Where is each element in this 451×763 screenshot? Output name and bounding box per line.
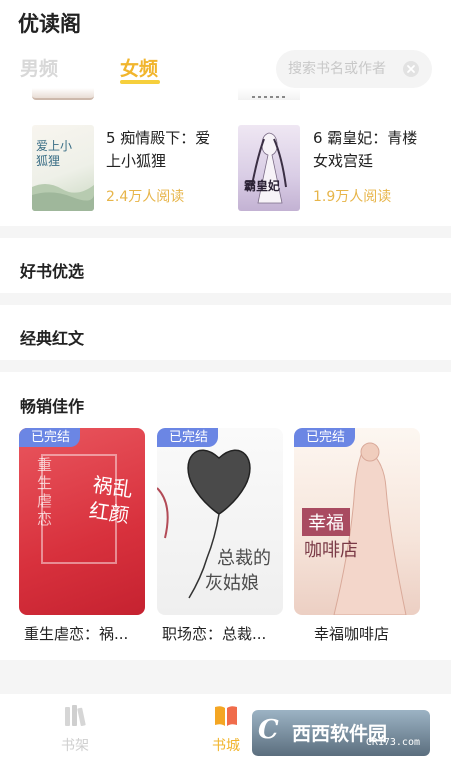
watermark-symbol: C xyxy=(258,715,279,745)
book-title[interactable]: 6 霸皇妃：青楼女戏宫廷 xyxy=(313,127,431,173)
cover-title: 灰姑娘 xyxy=(205,573,259,594)
book-title[interactable]: 5 痴情殿下：爱上小狐狸 xyxy=(106,127,224,173)
close-icon[interactable] xyxy=(402,60,420,78)
cover-title: 爱上小狐狸 xyxy=(36,139,73,168)
status-badge: 已完结 xyxy=(19,428,81,447)
watermark-url: CR173.com xyxy=(365,737,420,748)
cover-title: 总裁的 xyxy=(217,548,271,569)
book-cover[interactable] xyxy=(32,88,94,100)
book-cover[interactable]: 爱上小狐狸 xyxy=(32,125,94,211)
scrolled-book-covers xyxy=(0,88,451,100)
watermark-logo: C 西西软件园 CR173.com xyxy=(252,710,430,756)
cover-title: 霸皇妃 xyxy=(244,179,281,193)
content-end-divider xyxy=(0,660,451,694)
section-title-classic-hits[interactable]: 经典红文 xyxy=(20,325,84,349)
search-input[interactable] xyxy=(288,59,398,79)
status-badge: 已完结 xyxy=(294,428,356,447)
nav-item-bookstore[interactable]: 书城 xyxy=(196,704,256,755)
cover-title: 咖啡店 xyxy=(304,540,358,561)
book-cover[interactable] xyxy=(238,88,300,100)
cover-title: 祸乱红颜 xyxy=(87,472,135,528)
section-divider xyxy=(0,293,451,305)
cover-title: 重生虐恋 xyxy=(37,456,53,528)
tab-female[interactable]: 女频 xyxy=(120,54,158,81)
app-title: 优读阁 xyxy=(18,12,81,36)
read-count: 1.9万人阅读 xyxy=(313,189,392,205)
active-tab-indicator xyxy=(120,80,160,84)
cover-art xyxy=(251,132,287,204)
read-count: 2.4万人阅读 xyxy=(106,189,185,205)
book-cover[interactable]: 总裁的 灰姑娘 已完结 xyxy=(157,428,283,615)
bookshelf-icon xyxy=(65,705,86,727)
section-divider xyxy=(0,360,451,372)
book-title[interactable]: 重生虐恋：祸... xyxy=(24,623,128,644)
tab-male[interactable]: 男频 xyxy=(20,54,58,81)
book-cover[interactable]: 霸皇妃 xyxy=(238,125,300,211)
open-book-icon xyxy=(215,706,237,726)
book-title[interactable]: 职场恋：总裁... xyxy=(162,623,266,644)
bestseller-shelf: 重生虐恋 祸乱红颜 已完结 重生虐恋：祸... 总裁的 灰姑娘 已完结 职场恋：… xyxy=(0,428,451,643)
section-title-good-picks[interactable]: 好书优选 xyxy=(20,258,84,282)
book-cover[interactable]: 幸福 咖啡店 已完结 xyxy=(294,428,420,615)
cover-title: 幸福 xyxy=(302,508,350,536)
ranked-books-row: 爱上小狐狸 5 痴情殿下：爱上小狐狸 2.4万人阅读 霸皇妃 6 霸皇妃：青楼女… xyxy=(0,125,451,213)
section-title-bestsellers: 畅销佳作 xyxy=(20,397,85,416)
book-cover[interactable]: 重生虐恋 祸乱红颜 已完结 xyxy=(19,428,145,615)
nav-label: 书城 xyxy=(212,738,240,754)
search-box[interactable] xyxy=(276,50,432,88)
nav-label: 书架 xyxy=(61,738,89,754)
nav-item-bookshelf[interactable]: 书架 xyxy=(45,704,105,755)
book-title[interactable]: 幸福咖啡店 xyxy=(314,623,389,644)
status-badge: 已完结 xyxy=(157,428,219,447)
section-divider xyxy=(0,226,451,238)
